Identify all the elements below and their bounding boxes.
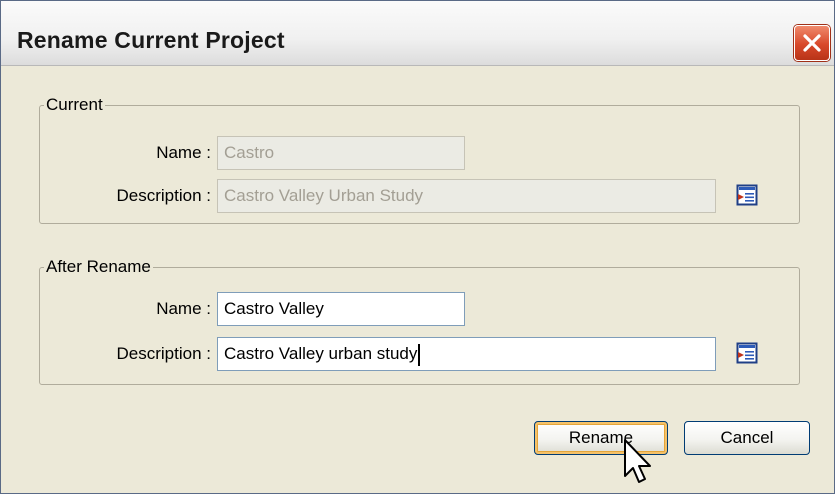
- edit-description-icon: [736, 184, 758, 206]
- new-description-input[interactable]: Castro Valley urban study: [217, 337, 716, 371]
- new-name-label: Name :: [156, 299, 211, 318]
- close-icon: [803, 34, 821, 52]
- after-rename-group-legend: After Rename: [44, 257, 153, 277]
- new-name-input[interactable]: Castro Valley: [217, 292, 465, 326]
- rename-project-dialog: Rename Current Project Current Name : Ca…: [0, 0, 835, 494]
- current-name-field: Castro: [217, 136, 465, 170]
- new-description-value: Castro Valley urban study: [224, 344, 418, 363]
- new-description-edit-button[interactable]: [736, 342, 758, 364]
- edit-description-icon: [736, 342, 758, 364]
- title-bar[interactable]: Rename Current Project: [1, 1, 834, 66]
- current-description-field: Castro Valley Urban Study: [217, 179, 716, 213]
- mouse-pointer-icon: [624, 439, 651, 483]
- dialog-title: Rename Current Project: [17, 27, 285, 53]
- current-description-edit-button[interactable]: [736, 184, 758, 206]
- close-button[interactable]: [794, 25, 830, 61]
- current-group-legend: Current: [44, 95, 105, 115]
- current-name-label: Name :: [156, 143, 211, 162]
- new-description-label: Description :: [116, 344, 211, 363]
- current-description-label: Description :: [116, 186, 211, 205]
- text-caret: [418, 343, 421, 366]
- cancel-button[interactable]: Cancel: [684, 421, 810, 455]
